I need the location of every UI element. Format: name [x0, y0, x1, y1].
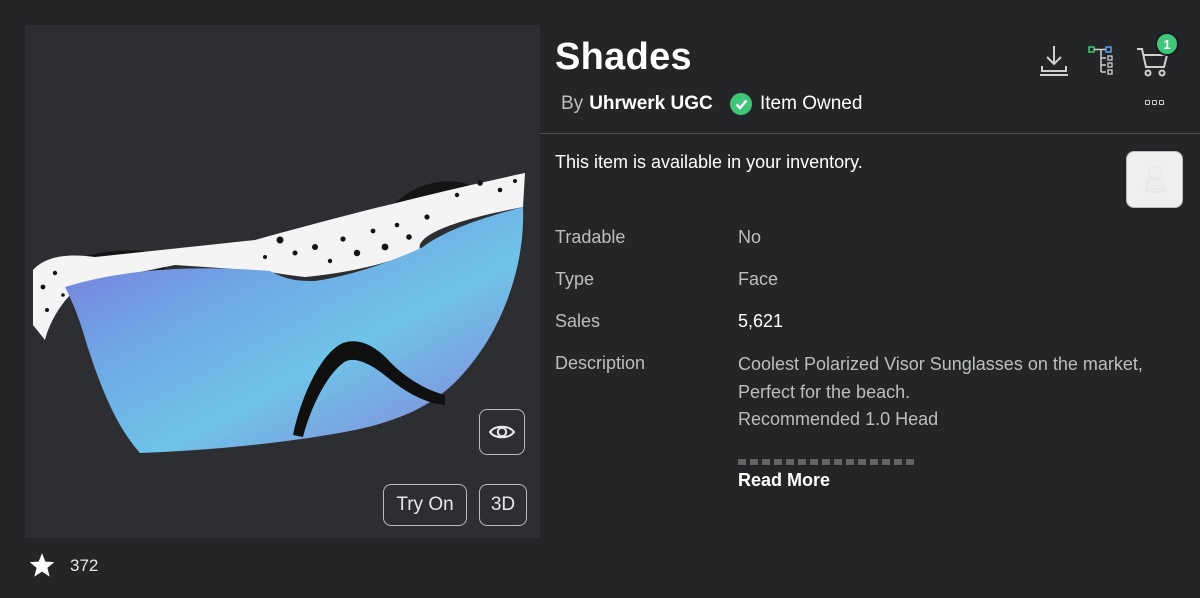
- type-value: Face: [738, 269, 779, 289]
- favorite-count[interactable]: 372: [28, 552, 98, 579]
- owned-status: Item Owned: [730, 93, 862, 115]
- description-text: Coolest Polarized Visor Sunglasses on th…: [738, 351, 1143, 434]
- more-options-icon[interactable]: [1145, 100, 1164, 105]
- avatar-try-button[interactable]: [1126, 151, 1183, 208]
- creator-line: By Uhrwerk UGC: [561, 93, 713, 115]
- avatar-icon: [1141, 165, 1168, 193]
- sales-value: 5,621: [738, 311, 784, 331]
- by-prefix: By: [561, 93, 584, 114]
- description-fade: [738, 459, 918, 465]
- view-3d-button[interactable]: 3D: [479, 484, 527, 526]
- try-on-button[interactable]: Try On: [383, 484, 467, 526]
- item-title: Shades: [555, 36, 692, 78]
- favorite-count-value: 372: [70, 555, 99, 575]
- creator-link[interactable]: Uhrwerk UGC: [589, 93, 713, 115]
- check-circle-icon: [730, 93, 752, 115]
- description-label: Description: [555, 353, 646, 373]
- owned-label: Item Owned: [760, 93, 863, 114]
- hierarchy-icon: [1088, 46, 1113, 75]
- eye-icon: [488, 425, 516, 439]
- description-line: Recommended 1.0 Head: [738, 409, 939, 429]
- read-more-link[interactable]: Read More: [738, 470, 830, 491]
- sunglasses-image: [33, 173, 525, 453]
- description-line: Perfect for the beach.: [738, 381, 911, 402]
- availability-text: This item is available in your inventory…: [555, 152, 863, 172]
- cart-count-badge: 1: [1155, 32, 1179, 56]
- download-button[interactable]: [1038, 44, 1070, 83]
- sales-label: Sales: [555, 311, 601, 331]
- download-icon: [1040, 46, 1068, 76]
- type-label: Type: [555, 269, 595, 289]
- item-thumbnail: Try On 3D: [25, 25, 540, 538]
- tradable-value: No: [738, 227, 762, 247]
- preview-button[interactable]: [479, 409, 525, 455]
- tradable-label: Tradable: [555, 227, 626, 247]
- hierarchy-button[interactable]: [1088, 44, 1118, 81]
- description-line: Coolest Polarized Visor Sunglasses on th…: [738, 354, 1143, 374]
- star-icon: [29, 553, 55, 577]
- header-divider: [540, 133, 1200, 134]
